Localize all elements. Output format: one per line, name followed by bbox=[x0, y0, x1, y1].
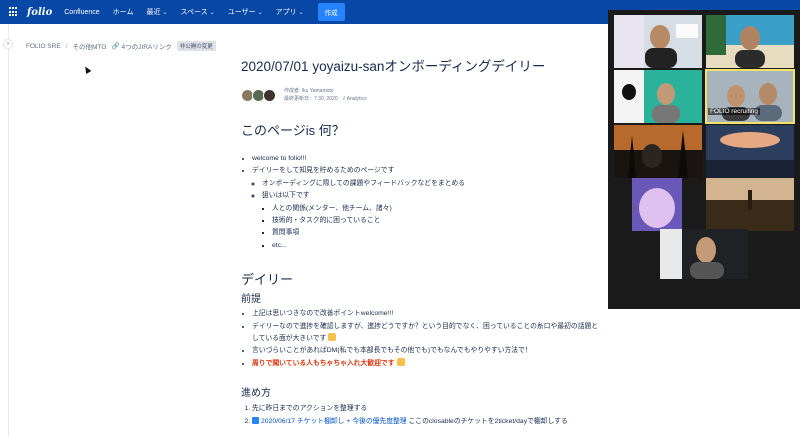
restriction-badge[interactable]: 非公開の変更 bbox=[176, 41, 216, 51]
list-item: 狙いは以下です 人との関係(メンター、他チーム、諸々) 技術的・タスク的に困って… bbox=[262, 190, 601, 252]
folio-logo[interactable]: folio bbox=[27, 7, 52, 18]
participant-tile[interactable] bbox=[614, 15, 702, 68]
participant-tile[interactable] bbox=[660, 229, 748, 279]
list-item: etc... bbox=[272, 240, 601, 252]
subheading-process: 進め方 bbox=[241, 388, 271, 400]
video-call-panel: FOLIO recruiting bbox=[608, 10, 800, 309]
jira-links-label: 4つのJIRAリンク bbox=[121, 44, 172, 51]
list-item: デイリーなので進捗を確認しますが、進捗どうですか？という目的でなく、困っているこ… bbox=[252, 321, 601, 346]
sidebar-divider bbox=[8, 24, 9, 437]
list-item: 周りで聞いている人もちゃちゃ入れ大歓迎です bbox=[252, 357, 601, 370]
create-button[interactable]: 作成 bbox=[317, 3, 345, 21]
nav-recent[interactable]: 最近 ⌄ bbox=[146, 7, 167, 17]
nav-users[interactable]: ユーザー ⌄ bbox=[228, 7, 263, 17]
video-call-grid bbox=[614, 15, 795, 279]
list-item: welcome to folio!!! bbox=[252, 153, 601, 165]
nav-home[interactable]: ホーム bbox=[113, 7, 134, 17]
page-meta: 作成者: Iku Yamamoto 最終更新日：7 30, 2020 ⫽ Ana… bbox=[284, 87, 367, 103]
section-heading-about: このページis 何？ bbox=[241, 123, 345, 138]
analytics-label: Analytics bbox=[346, 96, 367, 102]
list-item-text: デイリーなので進捗を確認しますが、進捗どうですか？という目的でなく、困っているこ… bbox=[252, 322, 599, 343]
participant-tile[interactable] bbox=[614, 125, 702, 178]
page-title: 2020/07/01 yoyaizu-sanオンボーディングデイリー bbox=[241, 59, 546, 74]
page-link[interactable]: 2020/06/17 チケット棚卸し + 今後の優先度整理 bbox=[252, 416, 407, 425]
list-item: デイリーをして知見を貯めるためのページです オンボーディングに際しての課題やフィ… bbox=[252, 165, 601, 252]
chart-icon: ⫽ bbox=[343, 96, 346, 102]
emoji-icon bbox=[328, 333, 337, 342]
list-item: 上記は思いつきなので改善ポイントwelcome!!! bbox=[252, 308, 601, 320]
chevron-down-icon: ⌄ bbox=[209, 9, 215, 16]
updated-date[interactable]: 最終更新日：7 30, 2020 bbox=[284, 96, 338, 102]
breadcrumb-separator: / bbox=[65, 42, 68, 50]
link-icon: 🔗 bbox=[111, 43, 120, 50]
chevron-down-icon: ⌄ bbox=[257, 9, 263, 16]
app-switcher-icon[interactable] bbox=[9, 7, 19, 17]
goals-list: 人との関係(メンター、他チーム、諸々) 技術的・タスク的に困っていること 質問事… bbox=[262, 203, 601, 253]
chevron-down-icon: ⌄ bbox=[298, 9, 304, 16]
page-byline: 作成者: Iku Yamamoto 最終更新日：7 30, 2020 ⫽ Ana… bbox=[241, 87, 601, 103]
author-line: 作成者: Iku Yamamoto bbox=[284, 88, 334, 94]
list-item: 先に昨日までのアクションを整理する bbox=[252, 403, 601, 415]
participant-name-label: FOLIO recruiting bbox=[708, 108, 761, 115]
list-item: 技術的・タスク的に困っていること bbox=[272, 215, 601, 227]
list-item: 2020/06/17 チケット棚卸し + 今後の優先度整理 ここのclosabl… bbox=[252, 416, 601, 428]
participant-tile[interactable] bbox=[706, 125, 794, 178]
nav-recent-label: 最近 bbox=[146, 9, 161, 16]
chevron-down-icon: ⌄ bbox=[162, 9, 168, 16]
list-item-text: ここのclosableのチケットを2ticket/dayで棚卸しする bbox=[408, 417, 568, 425]
about-sublist: オンボーディングに際しての課題やフィードバックなどをまとめる 狙いは以下です 人… bbox=[252, 178, 601, 252]
breadcrumb: FOLIO SRE / その他MTG 🔗 4つのJIRAリンク 非公開の変更 bbox=[26, 41, 216, 51]
nav-spaces-label: スペース bbox=[180, 9, 208, 16]
section-heading-daily: デイリー bbox=[241, 272, 294, 288]
emoji-icon bbox=[396, 357, 405, 366]
mouse-cursor-icon bbox=[82, 64, 92, 75]
list-item-text: 狙いは以下です bbox=[262, 192, 310, 200]
participant-tile[interactable] bbox=[706, 178, 794, 231]
list-item: 言いづらいことがあればDM(私でも本部長でもその他でも)でもなんでもやりやすい方… bbox=[252, 345, 601, 357]
breadcrumb-parent[interactable]: その他MTG bbox=[73, 41, 107, 51]
subheading-premise: 前提 bbox=[241, 294, 261, 306]
nav-apps-label: アプリ bbox=[275, 9, 297, 16]
nav-apps[interactable]: アプリ ⌄ bbox=[276, 7, 304, 17]
participant-tile[interactable] bbox=[614, 70, 702, 123]
list-item: 人との関係(メンター、他チーム、諸々) bbox=[272, 203, 601, 215]
participant-tile-highlighted[interactable] bbox=[705, 69, 795, 124]
list-item-text: デイリーをして知見を貯めるためのページです bbox=[252, 167, 395, 175]
list-item-text: 周りで聞いている人もちゃちゃ入れ大歓迎です bbox=[252, 359, 395, 367]
nav-spaces[interactable]: スペース ⌄ bbox=[181, 7, 215, 17]
analytics-link[interactable]: ⫽ Analytics bbox=[343, 96, 367, 102]
premise-list: 上記は思いつきなので改善ポイントwelcome!!! デイリーなので進捗を確認し… bbox=[241, 308, 601, 370]
nav-home-label: ホーム bbox=[112, 9, 134, 16]
page-link-icon bbox=[252, 416, 259, 424]
expand-sidebar-icon[interactable]: › bbox=[3, 39, 13, 49]
avatar[interactable] bbox=[263, 88, 276, 102]
updated-line: 最終更新日：7 30, 2020 ⫽ Analytics bbox=[284, 95, 367, 103]
about-list: welcome to folio!!! デイリーをして知見を貯めるためのページで… bbox=[241, 153, 601, 252]
participant-tile[interactable] bbox=[614, 178, 702, 231]
product-name[interactable]: Confluence bbox=[64, 9, 99, 16]
contributor-avatars[interactable] bbox=[241, 88, 276, 102]
list-item: 質問事項 bbox=[272, 227, 601, 239]
list-item: オンボーディングに際しての課題やフィードバックなどをまとめる bbox=[262, 178, 601, 190]
jira-links[interactable]: 🔗 4つのJIRAリンク bbox=[111, 41, 171, 51]
page-content: 2020/07/01 yoyaizu-sanオンボーディングデイリー 作成者: … bbox=[241, 55, 601, 428]
page-link-label: 2020/06/17 チケット棚卸し + 今後の優先度整理 bbox=[261, 417, 407, 425]
breadcrumb-space[interactable]: FOLIO SRE bbox=[26, 43, 61, 50]
process-steps: 先に昨日までのアクションを整理する 2020/06/17 チケット棚卸し + 今… bbox=[241, 403, 601, 428]
participant-tile[interactable] bbox=[706, 15, 794, 68]
nav-users-label: ユーザー bbox=[227, 9, 256, 16]
